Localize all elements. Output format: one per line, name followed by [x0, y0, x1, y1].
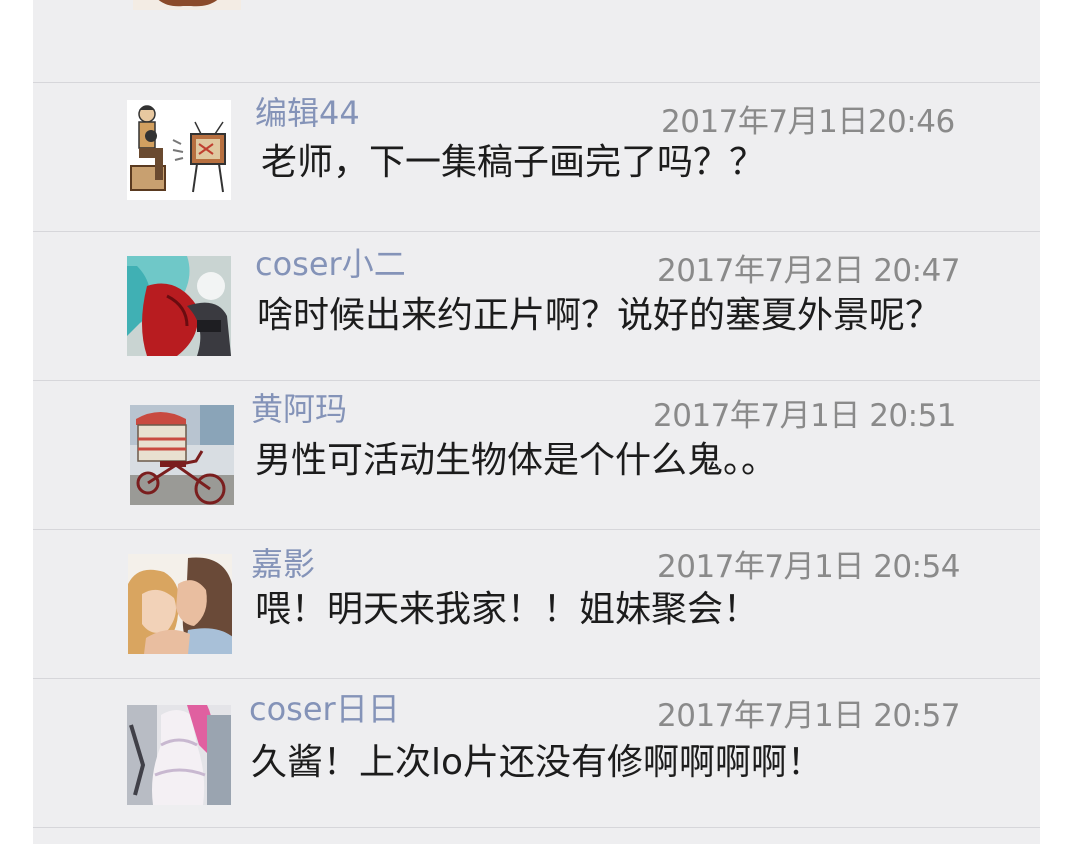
list-item[interactable]: 黄阿玛 2017年7月1日 20:51 男性可活动生物体是个什么鬼。。 — [33, 381, 1040, 530]
previous-comment-fragment — [33, 0, 1040, 83]
cargo-tricycle-icon — [130, 405, 234, 505]
comment-text: 老师，下一集稿子画完了吗？？ — [261, 142, 766, 183]
comment-text: 男性可活动生物体是个什么鬼。。 — [255, 440, 778, 481]
list-item[interactable]: 编辑44 2017年7月1日20:46 老师，下一集稿子画完了吗？？ — [33, 83, 1040, 232]
avatar[interactable] — [127, 256, 231, 356]
comment-text: 久酱！上次lo片还没有修啊啊啊啊！ — [251, 742, 824, 783]
avatar[interactable] — [127, 100, 231, 200]
kissing-couple-icon — [128, 554, 232, 654]
list-item[interactable]: coser日日 2017年7月1日 20:57 久酱！上次lo片还没有修啊啊啊啊… — [33, 679, 1040, 828]
comment-text: 喂！明天来我家！！姐妹聚会！ — [255, 589, 760, 630]
commenter-name[interactable]: coser日日 — [249, 693, 400, 725]
comment-timestamp: 2017年7月1日20:46 — [661, 104, 955, 140]
avatar[interactable] — [128, 554, 232, 654]
comment-list[interactable]: 编辑44 2017年7月1日20:46 老师，下一集稿子画完了吗？？ coser… — [33, 0, 1040, 844]
avatar[interactable] — [127, 705, 231, 805]
lolita-dress-photo-icon — [127, 705, 231, 805]
commenter-name[interactable]: 嘉影 — [251, 548, 315, 580]
comment-text: 啥时候出来约正片啊？说好的塞夏外景呢？ — [257, 295, 942, 336]
comment-timestamp: 2017年7月2日 20:47 — [657, 253, 961, 289]
commenter-name[interactable]: coser小二 — [255, 248, 406, 280]
cosplayer-photo-icon — [127, 256, 231, 356]
commenter-name[interactable]: 黄阿玛 — [251, 393, 347, 425]
man-watching-tv-icon — [127, 100, 231, 200]
list-item[interactable]: coser小二 2017年7月2日 20:47 啥时候出来约正片啊？说好的塞夏外… — [33, 232, 1040, 381]
avatar[interactable] — [130, 405, 234, 505]
list-item[interactable]: 嘉影 2017年7月1日 20:54 喂！明天来我家！！姐妹聚会！ — [33, 530, 1040, 679]
comment-timestamp: 2017年7月1日 20:54 — [657, 549, 961, 585]
comment-timestamp: 2017年7月1日 20:57 — [657, 698, 961, 734]
commenter-name[interactable]: 编辑44 — [255, 97, 360, 129]
comment-timestamp: 2017年7月1日 20:51 — [653, 398, 957, 434]
avatar[interactable] — [133, 0, 241, 10]
